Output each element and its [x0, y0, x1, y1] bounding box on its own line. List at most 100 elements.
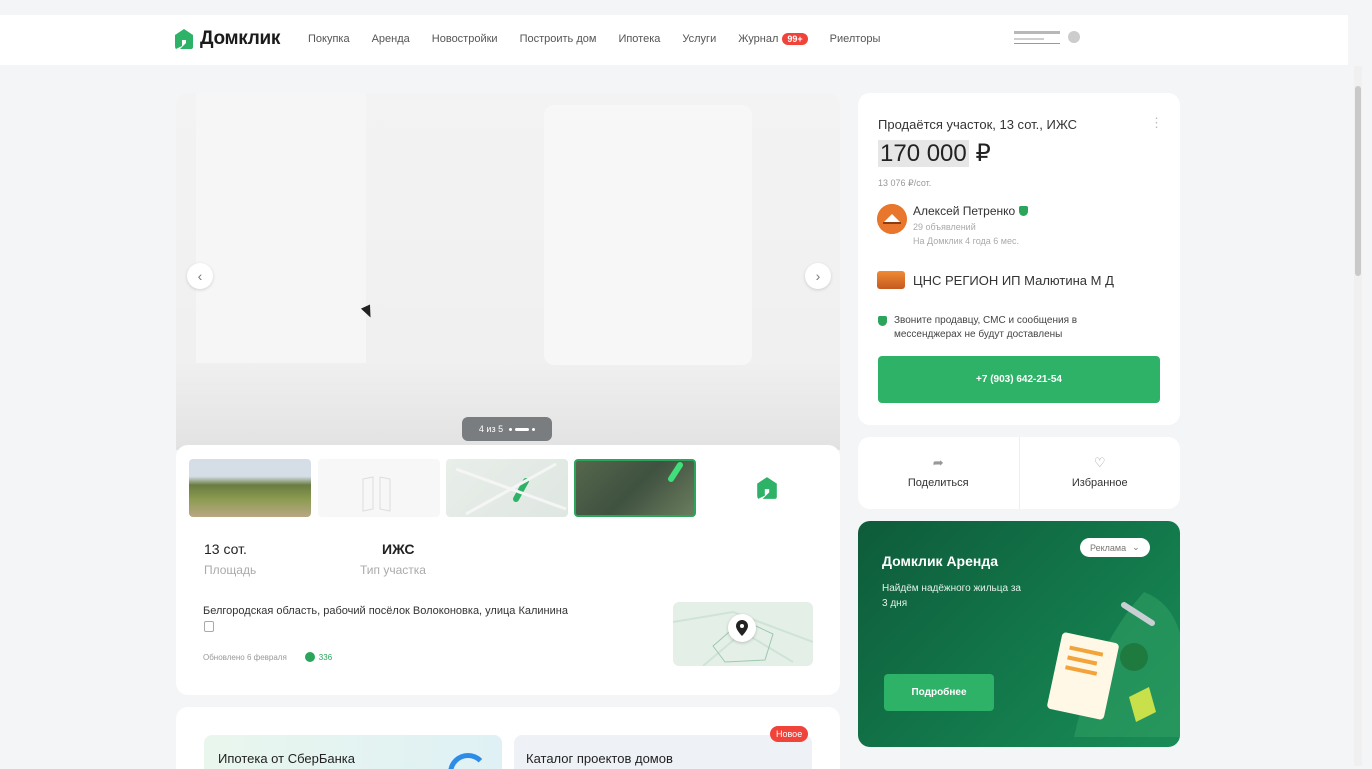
nav-item-journal[interactable]: Журнал 99+: [738, 33, 808, 45]
actions-card: ➦ Поделиться ♡ Избранное: [858, 437, 1180, 509]
new-badge: Новое: [770, 726, 809, 742]
mortgage-promo-title: Ипотека от СберБанка: [218, 751, 355, 766]
agency-logo: [877, 271, 905, 289]
domclick-logo[interactable]: Домклик: [174, 28, 280, 50]
share-button[interactable]: ➦ Поделиться: [858, 437, 1019, 509]
ad-title: Домклик Аренда: [882, 553, 999, 569]
updated-date: Обновлено 6 февраля: [203, 652, 287, 662]
ad-label-text: Реклама: [1090, 542, 1127, 553]
gallery-dot[interactable]: [509, 427, 513, 431]
agency-name: ЦНС РЕГИОН ИП Малютина М Д: [913, 272, 1114, 288]
page-scrollbar-thumb[interactable]: [1355, 86, 1361, 276]
agent-details: Алексей Петренко 29 объявлений На Домкли…: [913, 204, 1029, 248]
listing-address: Белгородская область, рабочий посёлок Во…: [203, 605, 568, 617]
nav-item-build-house[interactable]: Построить дом: [520, 33, 597, 45]
chevron-down-icon: ⌄: [1132, 542, 1140, 552]
agent-meta: 29 объявлений На Домклик 4 года 6 мес.: [913, 221, 1028, 248]
thumbnail-photo-2[interactable]: [318, 459, 440, 517]
nav-label: Ипотека: [618, 33, 661, 45]
verified-shield-icon: [1019, 206, 1029, 216]
mini-map[interactable]: [673, 602, 813, 666]
listing-price: 170 000 ₽: [878, 139, 991, 168]
spec-area: 13 сот. Площадь: [204, 541, 256, 577]
nav-label: Покупка: [308, 33, 350, 45]
thumbnail-satellite-4[interactable]: [574, 459, 696, 517]
agent-info[interactable]: Алексей Петренко 29 объявлений На Домкли…: [877, 204, 1029, 248]
thumbnail-map-3[interactable]: [446, 459, 568, 517]
catalog-promo-card[interactable]: Каталог проектов домов: [514, 735, 812, 769]
nav-label: Услуги: [682, 33, 717, 45]
favorite-label: Избранное: [1071, 477, 1128, 489]
spec-value: ИЖС: [382, 541, 415, 557]
gallery-prev-button[interactable]: ‹: [187, 263, 213, 289]
agent-name: Алексей Петренко: [913, 204, 1016, 218]
eye-icon: [304, 652, 315, 662]
update-info: Обновлено 6 февраля 336: [203, 652, 332, 662]
partner-promo-logo[interactable]: [1012, 27, 1068, 49]
rent-ad-banner[interactable]: Домклик Аренда Найдём надёжного жильца з…: [858, 521, 1180, 747]
listing-details-card: 13 сот. Площадь ИЖС Тип участка Белгород…: [176, 445, 840, 695]
nav-label: Построить дом: [519, 33, 597, 45]
shield-icon: [878, 316, 887, 326]
price-card: Продаётся участок, 13 сот., ИЖС ⋮ 170 00…: [858, 93, 1180, 425]
gallery-dot-active[interactable]: [515, 427, 530, 431]
chevron-right-icon: ›: [815, 268, 821, 284]
call-notice-text: Звоните продавцу, СМС и сообщения в месс…: [894, 315, 1078, 340]
map-pin-icon: [728, 614, 756, 642]
call-notice: Звоните продавцу, СМС и сообщения в месс…: [878, 314, 1144, 342]
journal-count-badge: 99+: [782, 33, 808, 45]
catalog-promo-title: Каталог проектов домов: [526, 751, 673, 766]
nav-item-new-buildings[interactable]: Новостройки: [432, 33, 498, 45]
phone-call-button[interactable]: +7 (903) 642-21-54: [878, 356, 1160, 403]
nav-label: Журнал: [738, 33, 779, 45]
copy-icon[interactable]: [204, 621, 214, 632]
gallery-next-button[interactable]: ›: [805, 263, 831, 289]
thumbnail-photo-1[interactable]: [189, 459, 311, 517]
top-header: Домклик Покупка Аренда Новостройки Постр…: [0, 15, 1348, 65]
views-count: 336: [304, 652, 333, 662]
logo-text: Домклик: [200, 28, 281, 49]
ad-label-dropdown[interactable]: Реклама ⌄: [1080, 538, 1150, 557]
more-options-icon[interactable]: ⋮: [1150, 115, 1163, 131]
price-amount: 170 000: [878, 140, 969, 167]
gallery-dots: [509, 427, 536, 431]
thumbnail-logo-5[interactable]: [706, 459, 828, 517]
nav-label: Новостройки: [431, 33, 498, 45]
price-per-unit: 13 076 ₽/сот.: [878, 178, 932, 188]
gallery-counter-text: 4 из 5: [478, 424, 504, 434]
ad-subtitle: Найдём надёжного жильца за 3 дня: [882, 583, 1021, 609]
views-value: 336: [318, 652, 333, 662]
nav-item-services[interactable]: Услуги: [682, 33, 716, 45]
chevron-left-icon: ‹: [197, 268, 203, 284]
gallery-image-area: [544, 105, 752, 365]
nav-label: Аренда: [371, 33, 410, 45]
sber-logo-icon: [448, 753, 488, 769]
nav-item-rent[interactable]: Аренда: [372, 33, 410, 45]
listing-title: Продаётся участок, 13 сот., ИЖС: [878, 117, 1078, 132]
ad-illustration: [1047, 592, 1180, 737]
agency-info[interactable]: ЦНС РЕГИОН ИП Малютина М Д: [877, 271, 1114, 289]
domclick-logo-icon: [757, 477, 777, 499]
sketch-thumbnail-icon: [362, 476, 391, 512]
gallery-counter: 4 из 5: [462, 417, 552, 441]
price-currency: ₽: [975, 140, 991, 167]
spec-plot-type: ИЖС Тип участка: [360, 541, 426, 577]
nav-item-purchase[interactable]: Покупка: [308, 33, 350, 45]
photo-gallery[interactable]: ‹ › 4 из 5: [176, 93, 840, 450]
info-icon[interactable]: [1068, 31, 1080, 43]
share-arrow-icon: ➦: [932, 455, 944, 470]
satellite-thumbnail-icon: [668, 462, 683, 482]
gallery-dot[interactable]: [532, 427, 536, 431]
ad-more-button[interactable]: Подробнее: [884, 674, 994, 711]
mortgage-promo-card[interactable]: Ипотека от СберБанка: [204, 735, 502, 769]
nav-item-realtors[interactable]: Риелторы: [830, 33, 881, 45]
services-section: Ипотека от СберБанка Каталог проектов до…: [176, 707, 840, 769]
agent-listings-count: 29 объявлений: [913, 222, 976, 232]
map-thumbnail-icon: [455, 462, 567, 516]
logo-mark-icon: [175, 29, 193, 49]
nav-item-mortgage[interactable]: Ипотека: [618, 33, 660, 45]
favorite-button[interactable]: ♡ Избранное: [1018, 437, 1181, 509]
spec-label: Тип участка: [360, 563, 426, 577]
heart-icon: ♡: [1093, 455, 1106, 470]
main-nav: Покупка Аренда Новостройки Построить дом…: [308, 33, 902, 45]
